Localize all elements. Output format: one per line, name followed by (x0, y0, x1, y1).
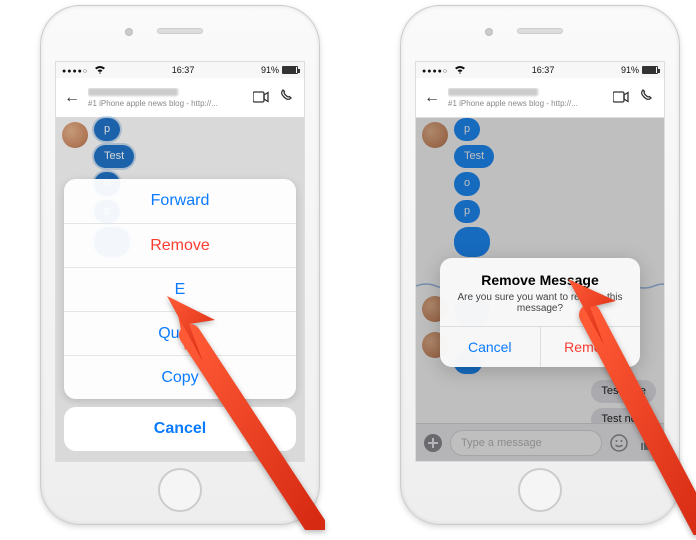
back-button[interactable]: ← (64, 89, 80, 107)
alert-cancel-button[interactable]: Cancel (440, 327, 541, 367)
alert-title: Remove Message (454, 272, 626, 288)
sheet-edit[interactable]: E (64, 267, 296, 311)
alert-remove-button[interactable]: Remove (541, 327, 641, 367)
nav-title: #1 iPhone apple news blog - http://... (448, 88, 604, 108)
nav-bar: ← #1 iPhone apple news blog - http://... (416, 78, 664, 118)
remove-message-alert: Remove Message Are you sure you want to … (440, 258, 640, 367)
nav-subtitle: #1 iPhone apple news blog - http://... (448, 99, 604, 108)
nav-title: #1 iPhone apple news blog - http://... (88, 88, 244, 108)
alert-message: Are you sure you want to remove this mes… (454, 292, 626, 314)
status-time: 16:37 (172, 65, 195, 75)
status-battery-pct: 91% (621, 65, 639, 75)
phone-left: 16:37 91% ← #1 iPhone apple news blog - … (40, 5, 320, 525)
status-bar: 16:37 91% (56, 62, 304, 78)
sheet-copy[interactable]: Copy (64, 355, 296, 399)
phone-camera (485, 28, 493, 36)
home-button[interactable] (518, 468, 562, 512)
action-sheet: Forward Remove E Quote Copy Cancel (64, 179, 296, 451)
screen-right: 16:37 91% ← #1 iPhone apple news blog - … (415, 61, 665, 462)
sheet-remove[interactable]: Remove (64, 223, 296, 267)
sheet-quote[interactable]: Quote (64, 311, 296, 355)
phone-right: 16:37 91% ← #1 iPhone apple news blog - … (400, 5, 680, 525)
phone-camera (125, 28, 133, 36)
phone-speaker (517, 28, 563, 34)
chat-area-right: p Test o p 2:53 PM Test note Test no (416, 118, 664, 461)
screen-left: 16:37 91% ← #1 iPhone apple news blog - … (55, 61, 305, 462)
sheet-forward[interactable]: Forward (64, 179, 296, 223)
sheet-cancel[interactable]: Cancel (64, 407, 296, 451)
back-button[interactable]: ← (424, 89, 440, 107)
nav-subtitle: #1 iPhone apple news blog - http://... (88, 99, 244, 108)
status-time: 16:37 (532, 65, 555, 75)
video-call-icon[interactable] (252, 90, 270, 106)
phone-call-icon[interactable] (278, 89, 296, 106)
status-battery-pct: 91% (261, 65, 279, 75)
chat-area-left: p Test o p Forward Remove E Quote Copy C… (56, 118, 304, 461)
phone-call-icon[interactable] (638, 89, 656, 106)
nav-bar: ← #1 iPhone apple news blog - http://... (56, 78, 304, 118)
video-call-icon[interactable] (612, 90, 630, 106)
status-bar: 16:37 91% (416, 62, 664, 78)
phone-speaker (157, 28, 203, 34)
home-button[interactable] (158, 468, 202, 512)
